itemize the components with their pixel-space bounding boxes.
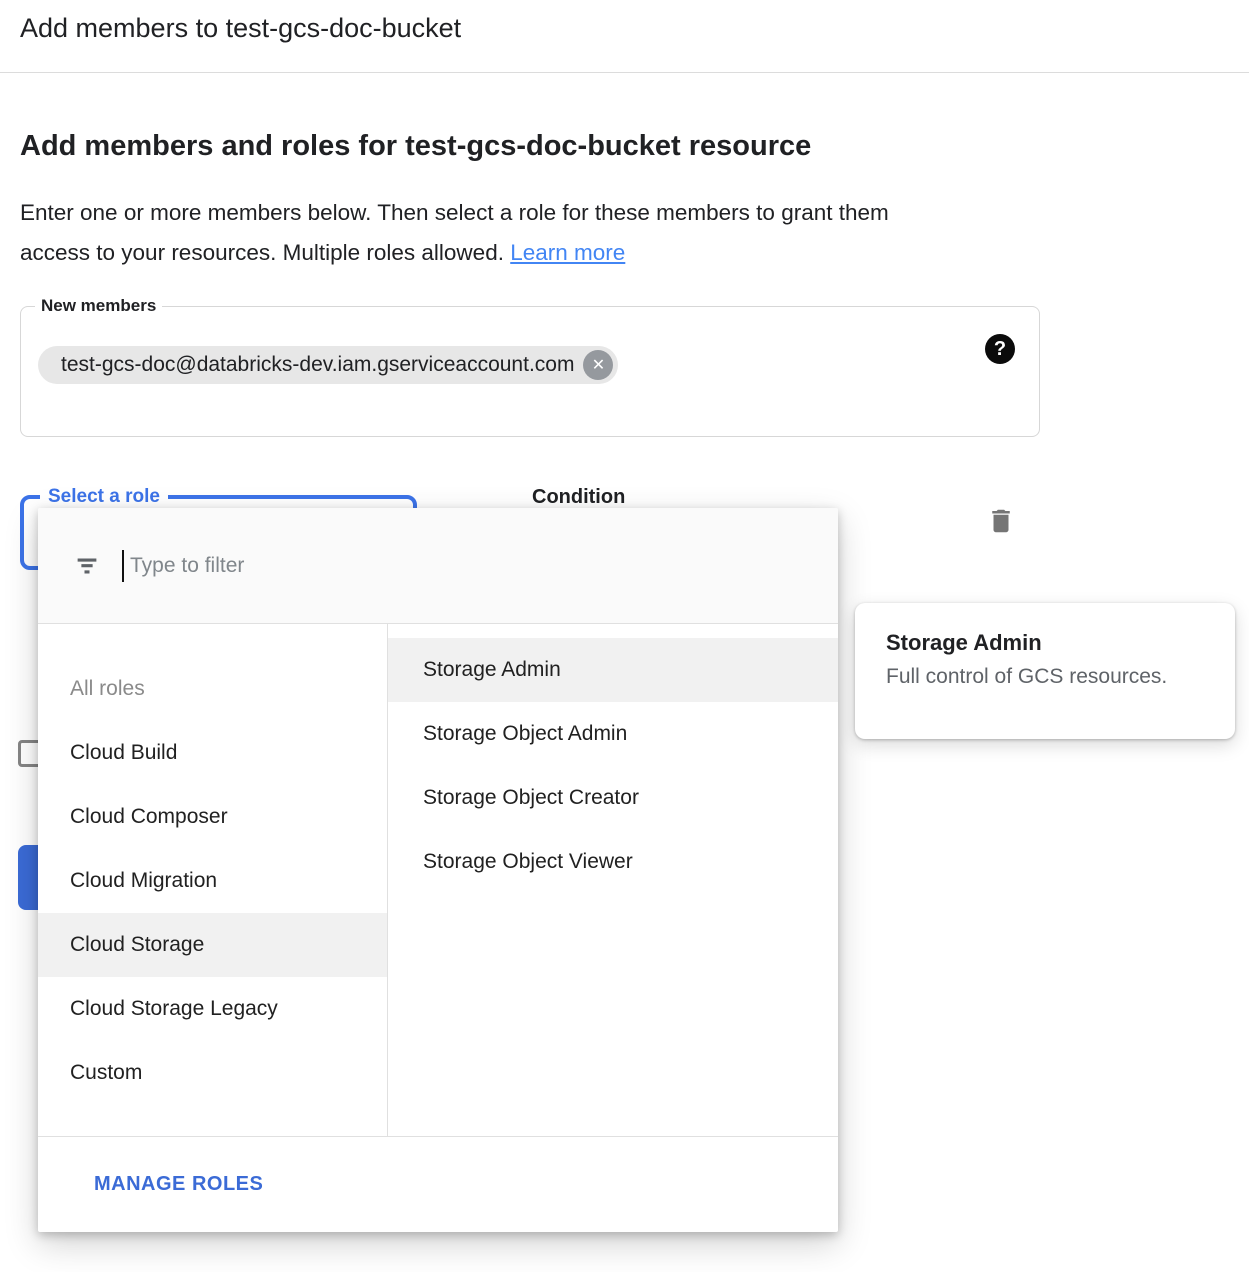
filter-icon (72, 551, 102, 581)
section-heading: Add members and roles for test-gcs-doc-b… (20, 130, 811, 163)
role-item[interactable]: Storage Object Admin (388, 702, 838, 766)
role-item[interactable]: Storage Object Creator (388, 766, 838, 830)
close-circle-icon[interactable]: ✕ (583, 350, 613, 380)
section-description: Enter one or more members below. Then se… (20, 193, 1050, 273)
role-tooltip-card: Storage Admin Full control of GCS resour… (855, 603, 1235, 739)
section-description-line2: access to your resources. Multiple roles… (20, 233, 1050, 273)
role-category-item[interactable]: All roles (38, 657, 387, 721)
condition-column-header: Condition (532, 486, 625, 509)
role-category-item[interactable]: Cloud Build (38, 721, 387, 785)
help-icon[interactable]: ? (985, 334, 1015, 364)
role-item[interactable]: Storage Admin (388, 638, 838, 702)
role-dropdown-body: All rolesCloud BuildCloud ComposerCloud … (38, 624, 838, 1136)
role-list: Storage AdminStorage Object AdminStorage… (388, 624, 838, 1136)
new-members-field[interactable]: New members test-gcs-doc@databricks-dev.… (20, 296, 1040, 437)
role-filter-bar (38, 508, 838, 624)
role-category-item[interactable]: Custom (38, 1041, 387, 1105)
header-divider (0, 72, 1249, 73)
member-chip-text: test-gcs-doc@databricks-dev.iam.gservice… (61, 353, 574, 377)
role-select-label: Select a role (40, 486, 168, 508)
role-filter-input[interactable] (130, 554, 730, 578)
role-category-item[interactable]: Cloud Storage Legacy (38, 977, 387, 1041)
role-tooltip-description: Full control of GCS resources. (886, 665, 1215, 689)
section-description-line1: Enter one or more members below. Then se… (20, 193, 1050, 233)
learn-more-link[interactable]: Learn more (510, 240, 625, 265)
role-item[interactable]: Storage Object Viewer (388, 830, 838, 894)
manage-roles-button[interactable]: MANAGE ROLES (94, 1173, 263, 1196)
role-category-list: All rolesCloud BuildCloud ComposerCloud … (38, 624, 388, 1136)
member-chip[interactable]: test-gcs-doc@databricks-dev.iam.gservice… (38, 346, 618, 384)
role-category-item[interactable]: Cloud Composer (38, 785, 387, 849)
text-cursor (122, 550, 124, 582)
trash-icon[interactable] (986, 504, 1016, 538)
role-category-item[interactable]: Cloud Storage (38, 913, 387, 977)
role-tooltip-title: Storage Admin (886, 630, 1215, 656)
role-category-item[interactable]: Cloud Migration (38, 849, 387, 913)
role-dropdown-footer: MANAGE ROLES (38, 1136, 838, 1232)
page-title: Add members to test-gcs-doc-bucket (20, 13, 461, 44)
role-dropdown-panel: All rolesCloud BuildCloud ComposerCloud … (38, 508, 838, 1232)
new-members-label: New members (35, 296, 162, 316)
